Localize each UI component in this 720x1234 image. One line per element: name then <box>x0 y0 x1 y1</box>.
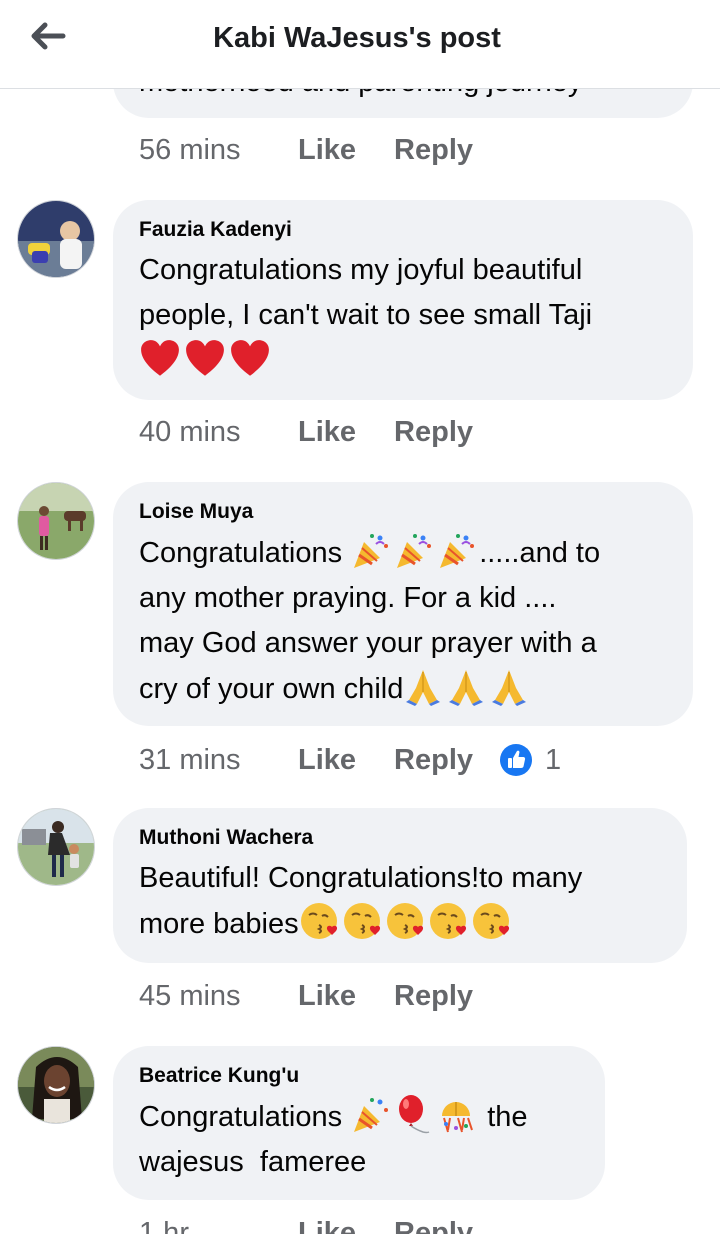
kiss-face-emoji-icon <box>386 903 423 939</box>
heart-emoji-icon <box>186 340 224 376</box>
heart-emoji-icon <box>141 340 179 376</box>
comment-time: 56 mins <box>139 134 241 166</box>
top-bar: Kabi WaJesus's post <box>0 0 720 89</box>
comment-time: 1 hr <box>139 1217 189 1234</box>
like-thumb-icon <box>500 744 533 776</box>
cut-off-actions-clip: 1 hr Like Reply <box>0 1216 720 1234</box>
comment-text: Congratulations my joyful beautiful peop… <box>139 248 667 386</box>
comment-actions: 31 mins Like Reply 1 <box>139 743 561 777</box>
comment-actions: 40 mins Like Reply <box>139 416 473 449</box>
commenter-name[interactable]: Beatrice Kung'u <box>139 1064 579 1088</box>
avatar[interactable] <box>17 808 95 886</box>
kiss-face-emoji-icon <box>472 903 509 939</box>
reply-button[interactable]: Reply <box>394 980 473 1013</box>
heart-emoji-icon <box>231 340 269 376</box>
party-popper-emoji-icon <box>354 534 389 568</box>
confetti-ball-emoji-icon <box>442 1102 474 1133</box>
comment-bubble: Muthoni Wachera Beautiful! Congratulatio… <box>113 808 687 963</box>
comment-actions: 45 mins Like Reply <box>139 980 473 1013</box>
comment-text: Congratulations the wajesus fameree <box>139 1094 579 1185</box>
comment-text: Congratulations .....and to any mother p… <box>139 530 667 712</box>
party-popper-emoji-icon <box>354 1098 389 1132</box>
balloon-emoji-icon <box>399 1095 430 1134</box>
comment-bubble: Beatrice Kung'u Congratulations the waje… <box>113 1046 605 1200</box>
party-popper-emoji-icon <box>440 534 475 568</box>
kiss-face-emoji-icon <box>429 903 466 939</box>
like-button[interactable]: Like <box>298 744 356 777</box>
comment-bubble: Loise Muya Congratulations .....and to a… <box>113 482 693 726</box>
avatar[interactable] <box>17 1046 95 1124</box>
folded-hands-emoji-icon <box>406 670 441 706</box>
like-button[interactable]: Like <box>298 416 356 449</box>
kiss-face-emoji-icon <box>300 903 337 939</box>
comment-time: 45 mins <box>139 980 241 1012</box>
comment-time: 40 mins <box>139 416 241 448</box>
reaction-summary[interactable]: 1 <box>499 743 561 777</box>
folded-hands-emoji-icon <box>449 670 484 706</box>
comment-bubble: Fauzia Kadenyi Congratulations my joyful… <box>113 200 693 400</box>
commenter-name[interactable]: Fauzia Kadenyi <box>139 218 667 242</box>
reply-button[interactable]: Reply <box>394 744 473 777</box>
page-title: Kabi WaJesus's post <box>213 22 501 54</box>
avatar[interactable] <box>17 482 95 560</box>
comment-actions: 1 hr Like Reply <box>139 1217 473 1234</box>
party-popper-emoji-icon <box>397 534 432 568</box>
like-button[interactable]: Like <box>298 134 356 167</box>
folded-hands-emoji-icon <box>492 670 527 706</box>
reaction-count: 1 <box>545 743 562 776</box>
comment-actions: 56 mins Like Reply <box>139 134 473 167</box>
like-button[interactable]: Like <box>298 1217 356 1234</box>
reply-button[interactable]: Reply <box>394 134 473 167</box>
like-button[interactable]: Like <box>298 980 356 1013</box>
reply-button[interactable]: Reply <box>394 416 473 449</box>
commenter-name[interactable]: Muthoni Wachera <box>139 826 661 850</box>
avatar[interactable] <box>17 200 95 278</box>
comment-text: Beautiful! Congratulations!to many more … <box>139 862 583 940</box>
reply-button[interactable]: Reply <box>394 1217 473 1234</box>
commenter-name[interactable]: Loise Muya <box>139 500 667 524</box>
kiss-face-emoji-icon <box>343 903 380 939</box>
emoji-row <box>139 338 667 386</box>
comment-time: 31 mins <box>139 743 241 776</box>
